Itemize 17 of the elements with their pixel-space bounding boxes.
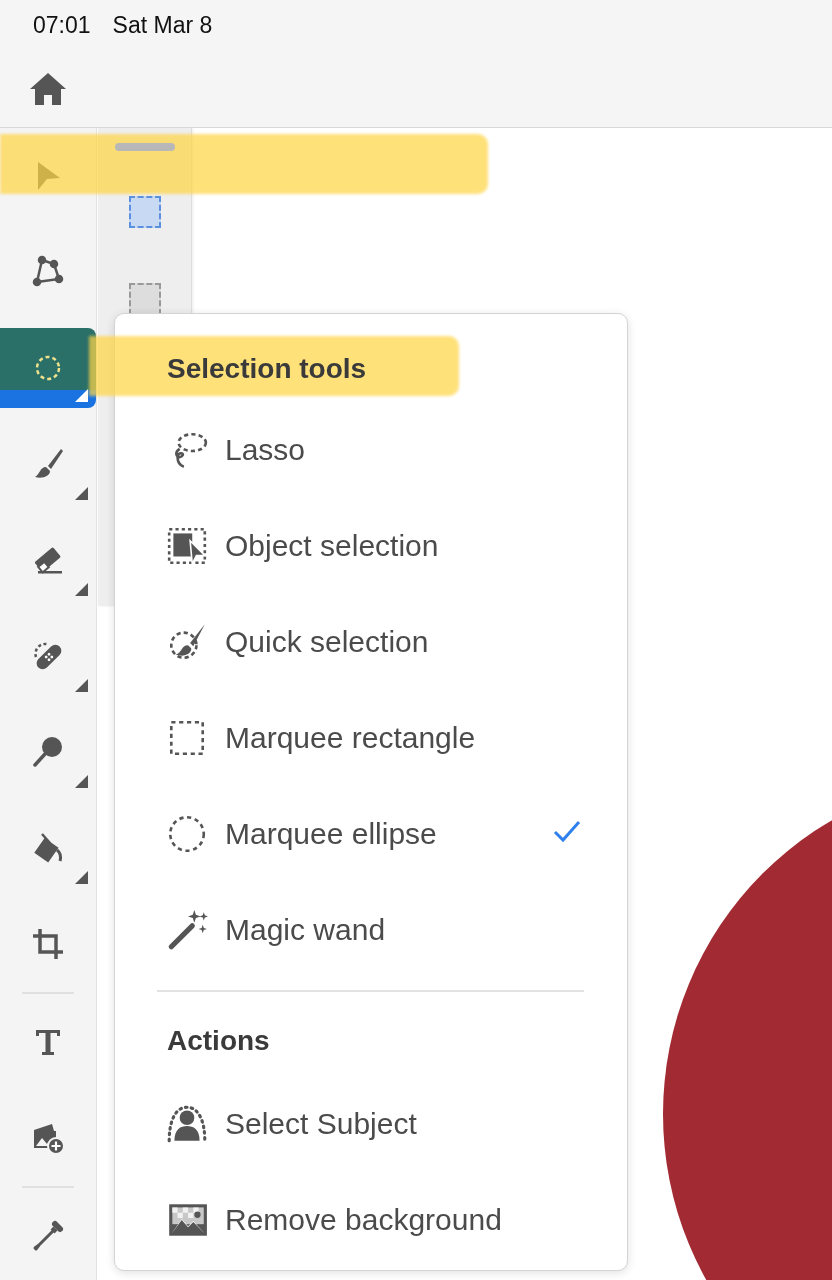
tool-button[interactable] — [0, 328, 96, 408]
menu-item[interactable]: Quick selection — [115, 594, 627, 690]
menu-item[interactable]: Marquee ellipse — [115, 786, 627, 882]
section-heading: Selection tools — [167, 353, 367, 385]
menu-item[interactable]: Marquee rectangle — [115, 690, 627, 786]
status-date: Sat Mar 8 — [112, 11, 213, 39]
menu-item[interactable]: Lasso — [115, 402, 627, 498]
home-icon[interactable] — [28, 70, 68, 107]
status-time: 07:01 — [33, 11, 91, 39]
menu-item[interactable]: Remove background — [115, 1172, 627, 1268]
layer-thumbnail[interactable] — [128, 196, 161, 228]
menu-item[interactable]: Object selection — [115, 498, 627, 594]
layer-thumbnail[interactable] — [128, 283, 161, 315]
menu-item[interactable]: Select Subject — [115, 1076, 627, 1172]
drag-handle[interactable] — [114, 143, 175, 151]
menu-item[interactable]: Magic wand — [115, 882, 627, 978]
section-heading: Actions — [167, 1025, 270, 1057]
